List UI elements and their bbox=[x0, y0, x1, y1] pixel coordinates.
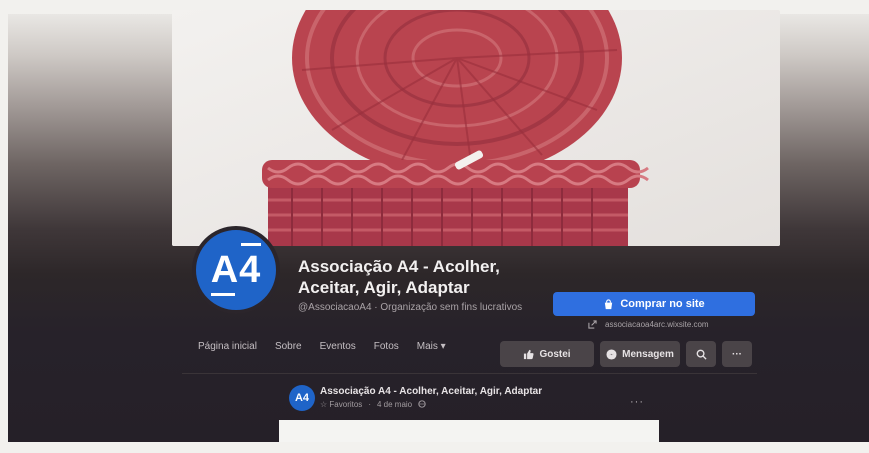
section-divider bbox=[182, 373, 757, 374]
more-options-button[interactable]: ··· bbox=[722, 341, 752, 367]
tab-more[interactable]: Mais ▾ bbox=[417, 341, 446, 352]
thumbs-up-icon bbox=[524, 349, 534, 359]
tab-events[interactable]: Eventos bbox=[320, 341, 356, 352]
post-options-button[interactable]: ··· bbox=[630, 396, 644, 408]
tab-about[interactable]: Sobre bbox=[275, 341, 302, 352]
cover-photo[interactable] bbox=[172, 10, 780, 246]
tab-photos[interactable]: Fotos bbox=[374, 341, 399, 352]
like-button[interactable]: Gostei bbox=[500, 341, 594, 367]
message-button-label: Mensagem bbox=[622, 348, 674, 360]
post-author-avatar[interactable]: A4 bbox=[289, 385, 315, 411]
website-link[interactable]: associacaoa4arc.wixsite.com bbox=[588, 320, 709, 329]
page-avatar[interactable]: A4 bbox=[192, 226, 280, 314]
avatar-logo: A4 bbox=[210, 242, 262, 296]
message-button[interactable]: Mensagem bbox=[600, 341, 680, 367]
shopping-bag-icon bbox=[605, 298, 613, 309]
page-nav-tabs: Página inicial Sobre Eventos Fotos Mais … bbox=[198, 341, 446, 352]
post-avatar-text: A4 bbox=[294, 392, 310, 404]
more-options-icon: ··· bbox=[732, 348, 742, 360]
paper-margin bbox=[0, 442, 869, 453]
logo-bar-bottom bbox=[210, 292, 235, 296]
buy-on-site-button[interactable]: Comprar no site bbox=[553, 292, 755, 316]
search-icon bbox=[696, 349, 707, 360]
post-meta: ☆ Favoritos · 4 de maio bbox=[320, 400, 426, 409]
like-button-label: Gostei bbox=[539, 348, 571, 360]
search-button[interactable] bbox=[686, 341, 716, 367]
page-title: Associação A4 - Acolher, Aceitar, Agir, … bbox=[298, 257, 500, 297]
post-author-name[interactable]: Associação A4 - Acolher, Aceitar, Agir, … bbox=[320, 386, 542, 397]
meta-separator: · bbox=[368, 400, 371, 409]
messenger-icon bbox=[606, 348, 617, 360]
page-handle-category: @AssociacaoA4 · Organização sem fins luc… bbox=[298, 302, 523, 313]
tab-home[interactable]: Página inicial bbox=[198, 341, 257, 352]
avatar-text: A4 bbox=[210, 248, 262, 291]
basket-photo bbox=[172, 10, 780, 246]
logo-bar-top bbox=[240, 242, 261, 246]
buy-button-label: Comprar no site bbox=[620, 298, 705, 310]
globe-icon bbox=[418, 400, 426, 408]
external-link-icon bbox=[588, 320, 597, 329]
post-timestamp[interactable]: 4 de maio bbox=[377, 400, 412, 409]
website-url: associacaoa4arc.wixsite.com bbox=[605, 320, 709, 329]
post-content-preview bbox=[279, 420, 659, 442]
favorites-text: Favoritos bbox=[329, 400, 363, 409]
favorites-label[interactable]: ☆ Favoritos bbox=[320, 400, 362, 409]
